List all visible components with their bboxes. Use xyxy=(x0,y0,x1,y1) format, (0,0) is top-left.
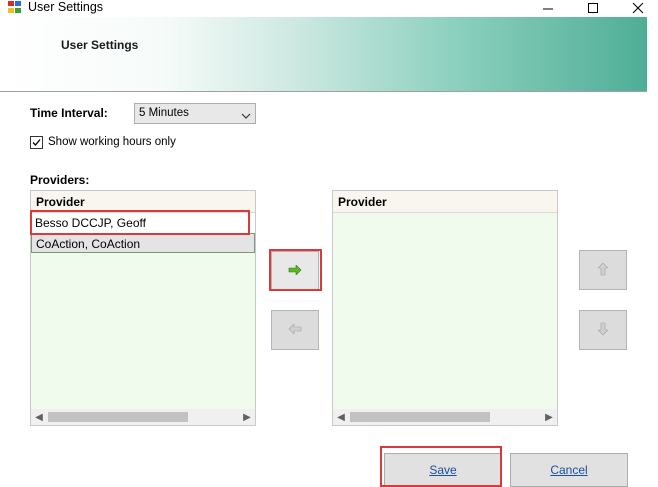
move-down-button[interactable] xyxy=(579,310,627,350)
maximize-icon xyxy=(587,1,599,17)
minimize-button[interactable] xyxy=(528,0,568,17)
scroll-left-icon[interactable]: ◀ xyxy=(333,409,349,425)
list-header[interactable]: Provider xyxy=(31,191,255,213)
banner-title: User Settings xyxy=(61,38,139,52)
providers-label: Providers: xyxy=(30,173,90,187)
move-left-button[interactable] xyxy=(271,310,319,350)
list-header[interactable]: Provider xyxy=(333,191,557,213)
scroll-right-icon[interactable]: ▶ xyxy=(541,409,557,425)
maximize-button[interactable] xyxy=(573,0,613,17)
horizontal-scrollbar[interactable]: ◀ ▶ xyxy=(333,409,557,425)
time-interval-dropdown[interactable]: 5 Minutes xyxy=(134,103,256,124)
scroll-right-icon[interactable]: ▶ xyxy=(239,409,255,425)
window-title: User Settings xyxy=(28,0,104,14)
close-button[interactable] xyxy=(618,0,658,17)
arrow-right-icon xyxy=(288,264,302,278)
header-banner: User Settings xyxy=(0,17,647,92)
time-interval-label: Time Interval: xyxy=(30,106,108,120)
chevron-down-icon xyxy=(241,109,251,119)
horizontal-scrollbar[interactable]: ◀ ▶ xyxy=(31,409,255,425)
working-hours-checkbox[interactable] xyxy=(30,136,43,149)
list-header-label: Provider xyxy=(338,195,387,209)
arrow-left-icon xyxy=(288,323,302,337)
scrollbar-thumb[interactable] xyxy=(48,412,188,422)
available-providers-list[interactable]: Provider Besso DCCJP, Geoff CoAction, Co… xyxy=(30,190,256,426)
list-item[interactable]: Besso DCCJP, Geoff xyxy=(31,213,255,233)
move-up-button[interactable] xyxy=(579,250,627,290)
scrollbar-thumb[interactable] xyxy=(350,412,490,422)
checkmark-icon xyxy=(32,139,41,146)
list-header-label: Provider xyxy=(36,195,85,209)
arrow-up-icon xyxy=(597,262,609,279)
list-item[interactable]: CoAction, CoAction xyxy=(31,233,255,253)
time-interval-value: 5 Minutes xyxy=(139,107,189,119)
close-icon xyxy=(632,1,644,17)
arrow-down-icon xyxy=(597,322,609,339)
working-hours-label: Show working hours only xyxy=(48,136,176,148)
save-button[interactable]: Save xyxy=(384,453,502,487)
cancel-button[interactable]: Cancel xyxy=(510,453,628,487)
app-window-icon xyxy=(8,1,22,14)
scroll-left-icon[interactable]: ◀ xyxy=(31,409,47,425)
minimize-icon xyxy=(542,1,554,17)
move-right-button[interactable] xyxy=(271,251,319,291)
title-bar: User Settings xyxy=(0,0,658,17)
selected-providers-list[interactable]: Provider ◀ ▶ xyxy=(332,190,558,426)
